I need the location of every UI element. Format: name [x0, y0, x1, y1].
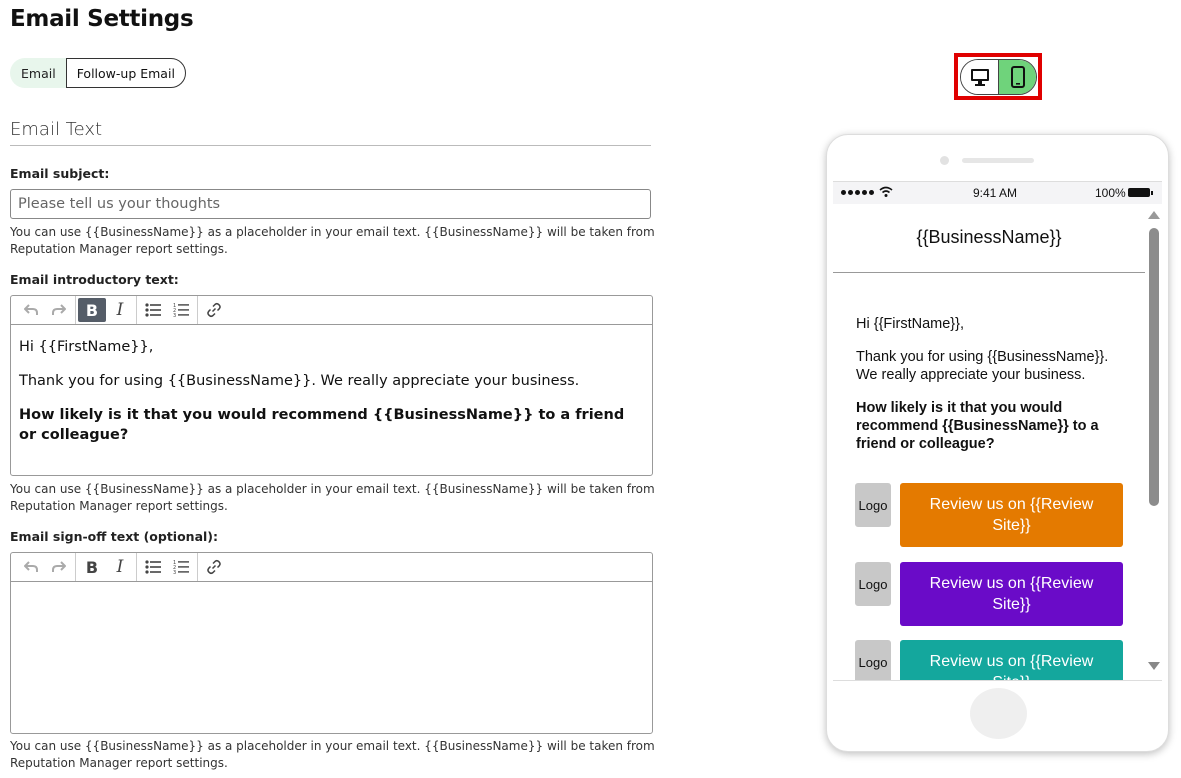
email-intro-help: You can use {{BusinessName}} as a placeh… [10, 482, 655, 513]
phone-speaker [962, 158, 1034, 163]
device-toggle [960, 59, 1037, 95]
mobile-icon [1010, 66, 1025, 88]
desktop-icon [970, 69, 989, 86]
section-divider [10, 145, 651, 146]
preview-review-row: Logo Review us on {{Review Site}} [855, 640, 1123, 680]
email-signoff-editor: B I 123 [10, 552, 653, 734]
email-tabs: Email Follow-up Email [10, 58, 186, 90]
review-button[interactable]: Review us on {{Review Site}} [900, 640, 1123, 680]
review-site-logo: Logo [855, 640, 891, 680]
preview-header-divider [833, 272, 1145, 273]
email-subject-input[interactable] [10, 189, 651, 219]
email-subject-label: Email subject: [10, 166, 110, 181]
preview-question: How likely is it that you would recommen… [856, 400, 1099, 452]
desktop-preview-button[interactable] [961, 60, 999, 94]
scrollbar-thumb[interactable] [1149, 228, 1159, 506]
link-icon[interactable] [200, 555, 228, 579]
svg-text:3: 3 [173, 570, 176, 575]
phone-screen: 9:41 AM 100% {{BusinessName}} Hi {{First… [833, 181, 1162, 681]
redo-icon[interactable] [45, 555, 73, 579]
bold-icon[interactable]: B [78, 298, 106, 322]
preview-scrollbar[interactable] [1145, 208, 1162, 674]
review-button[interactable]: Review us on {{Review Site}} [900, 483, 1123, 547]
svg-text:3: 3 [173, 313, 176, 318]
email-intro-label: Email introductory text: [10, 272, 179, 287]
bulleted-list-icon[interactable] [139, 555, 167, 579]
review-site-logo: Logo [855, 483, 891, 527]
scroll-up-arrow-icon[interactable] [1148, 211, 1160, 219]
scroll-down-arrow-icon[interactable] [1148, 662, 1160, 670]
bulleted-list-icon[interactable] [139, 298, 167, 322]
email-signoff-label: Email sign-off text (optional): [10, 529, 219, 544]
italic-icon[interactable]: I [106, 555, 134, 579]
bold-icon[interactable]: B [78, 555, 106, 579]
email-signoff-text-area[interactable] [11, 582, 652, 746]
email-subject-help: You can use {{BusinessName}} as a placeh… [10, 225, 655, 256]
tab-email[interactable]: Email [10, 58, 67, 88]
preview-greeting: Hi {{FirstName}}, [856, 316, 964, 332]
numbered-list-icon[interactable]: 123 [167, 298, 195, 322]
status-time: 9:41 AM [973, 186, 1018, 200]
editor-toolbar: B I 123 [11, 553, 652, 582]
intro-thanks: Thank you for using {{BusinessName}}. We… [19, 373, 580, 389]
email-intro-editor: B I 123 Hi {{FirstName}}, Thank you for … [10, 295, 653, 476]
intro-greeting: Hi {{FirstName}}, [19, 339, 154, 355]
intro-question: How likely is it that you would recommen… [19, 407, 625, 443]
undo-icon[interactable] [17, 555, 45, 579]
wifi-icon [879, 186, 893, 197]
phone-home-button [970, 688, 1027, 739]
mobile-preview-button[interactable] [999, 60, 1036, 94]
editor-toolbar: B I 123 [11, 296, 652, 325]
preview-business-name: {{BusinessName}} [916, 227, 1062, 247]
status-bar: 9:41 AM 100% [833, 182, 1162, 204]
battery-icon [1128, 188, 1153, 197]
preview-thanks: Thank you for using {{BusinessName}}. We… [856, 349, 1109, 383]
review-site-logo: Logo [855, 562, 891, 606]
email-intro-text-area[interactable]: Hi {{FirstName}}, Thank you for using {{… [11, 325, 652, 471]
status-battery-text: 100% [1095, 186, 1126, 200]
undo-icon[interactable] [17, 298, 45, 322]
preview-review-row: Logo Review us on {{Review Site}} [855, 562, 1123, 626]
review-button[interactable]: Review us on {{Review Site}} [900, 562, 1123, 626]
section-title: Email Text [10, 119, 103, 140]
phone-camera [940, 156, 949, 165]
email-signoff-help: You can use {{BusinessName}} as a placeh… [10, 739, 655, 770]
numbered-list-icon[interactable]: 123 [167, 555, 195, 579]
signal-icon [841, 190, 874, 195]
link-icon[interactable] [200, 298, 228, 322]
page-title: Email Settings [10, 6, 194, 32]
redo-icon[interactable] [45, 298, 73, 322]
italic-icon[interactable]: I [106, 298, 134, 322]
tab-follow-up-email[interactable]: Follow-up Email [65, 58, 186, 88]
preview-review-row: Logo Review us on {{Review Site}} [855, 483, 1123, 547]
